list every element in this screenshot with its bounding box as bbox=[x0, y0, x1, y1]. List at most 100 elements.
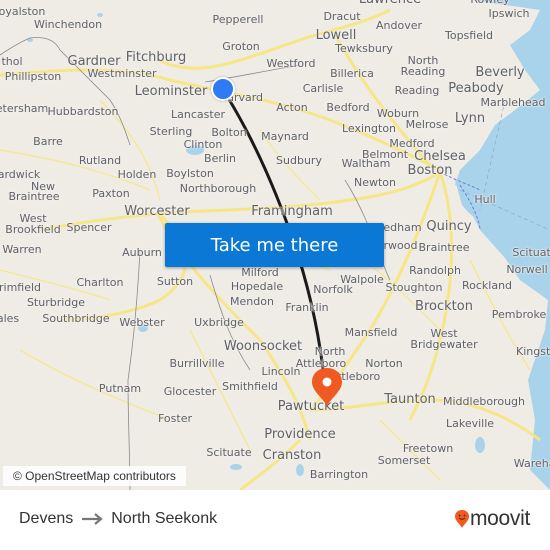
place-label: Uxbridge bbox=[194, 316, 244, 329]
place-label: Newton bbox=[353, 176, 397, 189]
place-label: Auburn bbox=[122, 246, 162, 259]
place-label: Ipswich bbox=[488, 7, 530, 20]
place-label: Topsfield bbox=[444, 29, 494, 42]
place-label: Sudbury bbox=[276, 154, 322, 167]
place-label: Lincoln bbox=[261, 365, 301, 378]
place-label: Lawrence bbox=[359, 0, 421, 6]
place-label: Warren bbox=[2, 243, 42, 256]
place-label: Hubbardston bbox=[47, 105, 119, 118]
place-label: Leominster bbox=[134, 84, 208, 99]
place-label: Cranston bbox=[262, 448, 322, 463]
destination-label: North Seekonk bbox=[111, 510, 218, 527]
place-label: Norwell bbox=[506, 263, 548, 276]
place-label: Foster bbox=[158, 412, 192, 425]
right-arrow-icon bbox=[81, 513, 103, 525]
place-label: Stoughton bbox=[385, 281, 443, 294]
place-label: Groton bbox=[222, 40, 260, 53]
place-label: Webster bbox=[119, 316, 165, 329]
place-label: Lancaster bbox=[171, 108, 225, 121]
place-label: Somerset bbox=[377, 454, 431, 467]
place-label: Tewksbury bbox=[335, 42, 393, 55]
place-label: Milford bbox=[241, 266, 279, 279]
place-label: Holden bbox=[117, 168, 157, 181]
place-label: Andover bbox=[375, 19, 423, 32]
place-label: Taunton bbox=[384, 392, 436, 407]
place-label: Rowley bbox=[470, 0, 509, 6]
place-label: Acton bbox=[276, 101, 308, 114]
take-me-there-button[interactable]: Take me there bbox=[165, 223, 384, 267]
place-label: Westford bbox=[266, 57, 316, 70]
place-label: Billerica bbox=[330, 67, 374, 80]
place-label: Sterling bbox=[149, 125, 193, 138]
origin-marker[interactable] bbox=[211, 77, 235, 101]
place-label: Winchendon bbox=[33, 18, 103, 31]
place-label: Mendon bbox=[230, 295, 274, 308]
place-label: Lynn bbox=[454, 111, 486, 126]
moovit-logo[interactable]: moovit bbox=[454, 507, 530, 531]
destination-pin-icon[interactable] bbox=[310, 367, 344, 407]
place-label: Charlton bbox=[76, 276, 124, 289]
place-label: Marblehead bbox=[480, 96, 546, 109]
place-label: Norfolk bbox=[313, 283, 353, 296]
place-label: Northborough bbox=[179, 182, 257, 195]
place-label: Hull bbox=[474, 193, 496, 206]
place-label: oyalston bbox=[0, 5, 46, 18]
map[interactable]: oyalstonWinchendon Pepperell Dracut Lawrenc… bbox=[0, 0, 550, 490]
map-attribution[interactable]: © OpenStreetMap contributors bbox=[3, 466, 186, 486]
place-label: Barre bbox=[33, 135, 63, 148]
place-label: Westminster bbox=[87, 67, 157, 80]
moovit-pin-icon bbox=[454, 510, 469, 528]
brand-name: moovit bbox=[469, 507, 530, 530]
place-label: Mansfield bbox=[344, 326, 398, 339]
place-label: Chelsea bbox=[414, 149, 466, 164]
place-label: Middleborough bbox=[443, 395, 525, 408]
place-label: Barrington bbox=[309, 468, 369, 481]
place-label: Kingston bbox=[516, 345, 550, 358]
place-label: Lakeville bbox=[445, 417, 495, 430]
place-label: Reading bbox=[394, 84, 440, 97]
place-label: Braintree bbox=[418, 241, 470, 254]
place-label: Woonsocket bbox=[223, 339, 303, 354]
place-label: thol bbox=[1, 55, 23, 68]
place-label: Putnam bbox=[98, 382, 142, 395]
place-label: Quincy bbox=[426, 219, 472, 234]
place-label: Lexington bbox=[341, 122, 397, 135]
place-label: Lowell bbox=[315, 28, 357, 43]
place-label: Dracut bbox=[323, 10, 361, 23]
place-label: Spencer bbox=[66, 221, 112, 234]
place-label: Rockland bbox=[461, 279, 513, 292]
place-label: Berlin bbox=[204, 152, 236, 165]
place-label: Franklin bbox=[285, 301, 329, 314]
place-label: Scituate bbox=[512, 246, 550, 259]
origin-label: Devens bbox=[19, 510, 74, 527]
place-label: Clinton bbox=[183, 138, 223, 151]
place-label: Brockton bbox=[415, 299, 473, 314]
place-label: Melrose bbox=[405, 118, 449, 131]
place-label: Wareham bbox=[513, 457, 550, 470]
place-label: Paxton bbox=[92, 187, 130, 200]
place-label: Randolph bbox=[409, 264, 461, 277]
place-label: Peabody bbox=[448, 81, 504, 96]
place-label: Bridgewater bbox=[410, 338, 478, 351]
place-label: Providence bbox=[264, 427, 336, 442]
place-label: Pembroke bbox=[491, 308, 547, 321]
place-label: Reading bbox=[400, 65, 446, 78]
place-label: Sutton bbox=[156, 275, 194, 288]
place-label: Waltham bbox=[341, 157, 391, 170]
place-label: Braintree bbox=[8, 190, 60, 203]
place-label: Carlisle bbox=[302, 82, 344, 95]
place-label: Norton bbox=[365, 357, 403, 370]
place-label: Brookfield bbox=[5, 223, 61, 236]
place-label: Framingham bbox=[251, 204, 333, 219]
place-label: Rutland bbox=[78, 154, 122, 167]
place-label: Beverly bbox=[475, 65, 525, 80]
place-label: Smithfield bbox=[222, 380, 278, 393]
route-summary: Devens North Seekonk bbox=[19, 510, 217, 528]
place-label: Sturbridge bbox=[26, 296, 86, 309]
place-label: rimfield bbox=[0, 281, 42, 294]
place-label: Maynard bbox=[261, 130, 309, 143]
place-label: Worcester bbox=[124, 204, 190, 219]
place-label: Burrillville bbox=[169, 357, 225, 370]
place-label: Hopedale bbox=[230, 280, 284, 293]
footer: Devens North Seekonk moovit bbox=[0, 490, 550, 550]
